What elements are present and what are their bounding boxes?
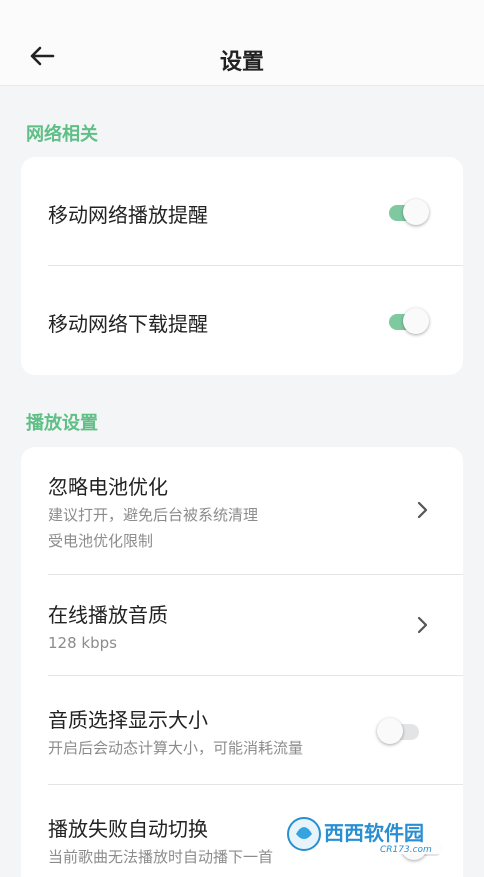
setting-title: 移动网络下载提醒 (48, 312, 208, 336)
setting-title: 播放失败自动切换 (48, 817, 208, 841)
network-settings-card: 移动网络播放提醒 移动网络下载提醒 (21, 157, 463, 375)
section-title-playback: 播放设置 (26, 413, 98, 434)
top-app-bar: 设置 (0, 0, 484, 86)
setting-title: 音质选择显示大小 (48, 708, 208, 732)
setting-title: 在线播放音质 (48, 603, 168, 627)
chevron-right-icon[interactable] (412, 500, 432, 520)
setting-title: 忽略电池优化 (48, 475, 168, 499)
section-title-network: 网络相关 (26, 124, 98, 145)
setting-title: 移动网络播放提醒 (48, 203, 208, 227)
setting-subtitle: 当前歌曲无法播放时自动播下一首 (48, 848, 274, 866)
mobile-download-alert-toggle[interactable] (387, 307, 431, 335)
quality-size-toggle[interactable] (377, 717, 421, 745)
setting-subtitle: 受电池优化限制 (48, 532, 154, 550)
page-title: 设置 (219, 50, 264, 75)
setting-row-mobile-play-alert[interactable]: 移动网络播放提醒 (21, 157, 463, 266)
mobile-play-alert-toggle[interactable] (387, 198, 431, 226)
setting-row-battery-optimization[interactable]: 忽略电池优化 建议打开，避免后台被系统清理 受电池优化限制 (21, 447, 463, 575)
setting-row-mobile-download-alert[interactable]: 移动网络下载提醒 (21, 266, 463, 375)
setting-row-online-quality[interactable]: 在线播放音质 128 kbps (21, 575, 463, 676)
svg-text:CR173.com: CR173.com (380, 845, 432, 855)
svg-text:西西软件园: 西西软件园 (324, 821, 424, 845)
setting-row-quality-size[interactable]: 音质选择显示大小 开启后会动态计算大小，可能消耗流量 (21, 676, 463, 785)
chevron-right-icon[interactable] (412, 615, 432, 635)
setting-subtitle: 开启后会动态计算大小，可能消耗流量 (48, 739, 304, 757)
setting-subtitle: 128 kbps (48, 634, 117, 652)
setting-subtitle: 建议打开，避免后台被系统清理 (48, 506, 259, 524)
watermark-logo: 西西软件园 CR173.com (284, 810, 464, 856)
